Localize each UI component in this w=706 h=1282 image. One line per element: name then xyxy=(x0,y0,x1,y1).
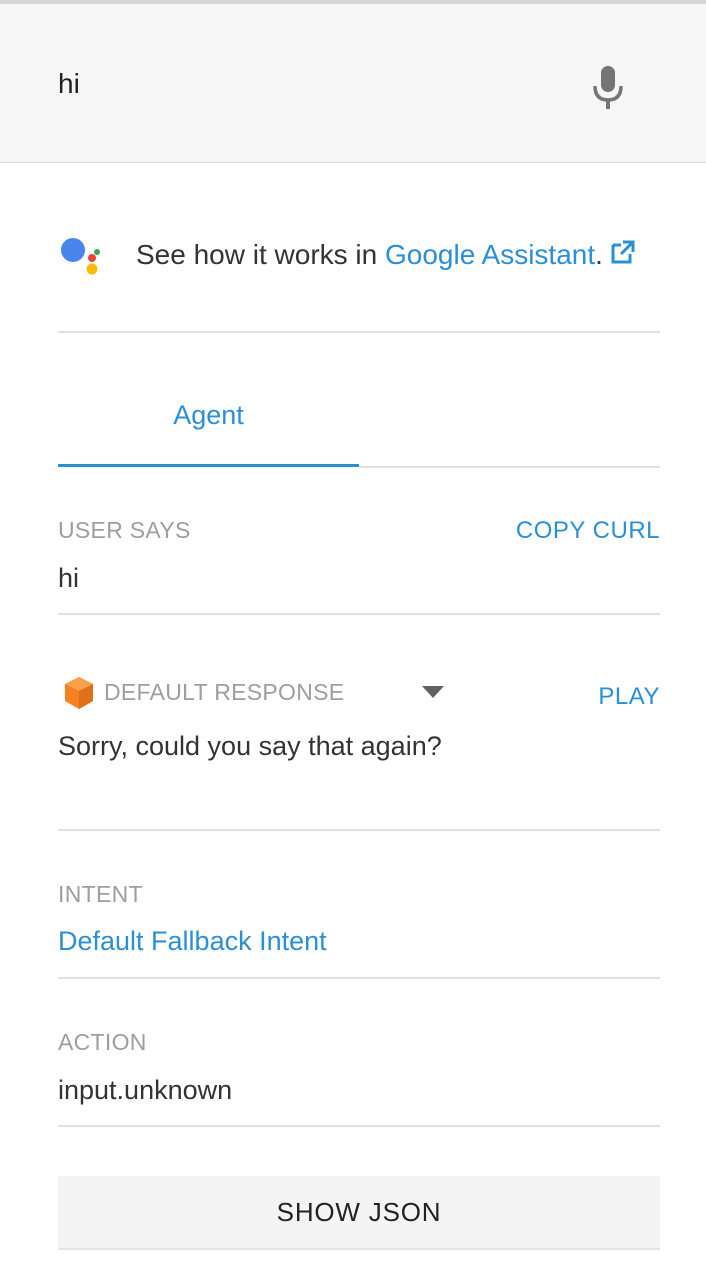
default-response-label: DEFAULT RESPONSE xyxy=(104,679,345,705)
action-label: ACTION xyxy=(58,1029,147,1055)
assistant-promo: See how it works in Google Assistant. xyxy=(58,236,660,276)
divider xyxy=(58,977,660,979)
divider xyxy=(58,613,660,615)
assistant-prefix: See how it works in xyxy=(136,239,385,270)
show-json-button[interactable]: SHOW JSON xyxy=(58,1176,660,1250)
play-button[interactable]: PLAY xyxy=(598,683,660,711)
tab-bar-line xyxy=(359,466,660,468)
divider xyxy=(58,331,660,333)
copy-curl-button[interactable]: COPY CURL xyxy=(516,517,660,545)
active-tab-indicator xyxy=(58,464,359,467)
assistant-text: See how it works in Google Assistant. xyxy=(136,238,637,271)
user-says-value: hi xyxy=(58,563,80,593)
microphone-icon[interactable] xyxy=(590,64,626,112)
tab-agent[interactable]: Agent xyxy=(58,380,359,466)
intent-link[interactable]: Default Fallback Intent xyxy=(58,926,327,957)
assistant-suffix: . xyxy=(595,239,603,270)
intent-label: INTENT xyxy=(58,881,143,907)
google-assistant-link[interactable]: Google Assistant xyxy=(385,239,595,270)
chevron-down-icon[interactable] xyxy=(422,686,444,698)
google-assistant-logo-icon xyxy=(61,238,100,275)
action-value: input.unknown xyxy=(58,1075,233,1105)
query-bar: hi xyxy=(0,4,706,163)
user-says-label: USER SAYS xyxy=(58,517,191,543)
divider xyxy=(58,829,660,831)
query-input[interactable]: hi xyxy=(58,68,80,100)
tab-bar: Agent xyxy=(58,380,660,468)
bot-cube-icon xyxy=(65,677,93,709)
external-link-icon[interactable] xyxy=(609,238,637,266)
default-response-text: Sorry, could you say that again? xyxy=(58,731,442,761)
divider xyxy=(58,1125,660,1127)
